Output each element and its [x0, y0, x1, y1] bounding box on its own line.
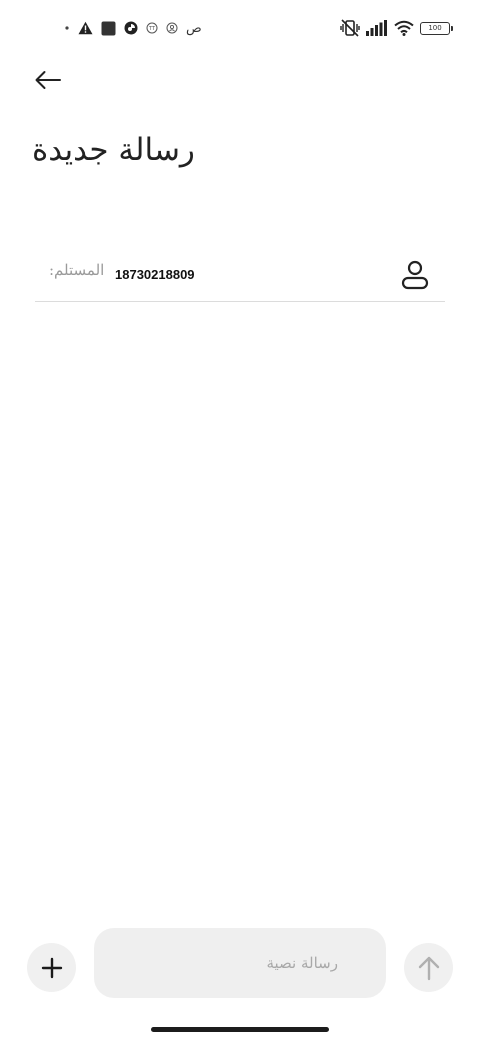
contact-picker-button[interactable] [399, 258, 431, 292]
message-input[interactable] [94, 928, 386, 998]
recipient-row: المستلم: [35, 248, 445, 302]
status-bar-left: ص TT [58, 17, 202, 39]
notification-badge-icon: TT [146, 22, 158, 34]
plus-icon [41, 957, 62, 978]
wifi-icon [394, 20, 414, 36]
status-bar-right: 100 [340, 16, 453, 40]
dot-icon [64, 25, 70, 31]
arrow-up-icon [418, 956, 439, 980]
battery-level: 100 [428, 23, 442, 32]
recipient-input[interactable] [115, 260, 355, 288]
app-status-icon [124, 21, 138, 35]
vibrate-off-icon [340, 19, 360, 37]
attach-button[interactable] [27, 943, 76, 992]
message-box [94, 928, 386, 998]
notification-badge-icon [166, 22, 178, 34]
back-button[interactable] [28, 62, 68, 98]
home-indicator[interactable] [151, 1027, 329, 1032]
page-title: رسالة جديدة [32, 132, 195, 168]
status-time: ص [186, 20, 202, 36]
svg-text:TT: TT [148, 26, 156, 32]
status-bar: ص TT 100 [0, 0, 480, 56]
warning-icon [78, 21, 93, 35]
battery-icon: 100 [420, 21, 453, 35]
arrow-left-icon [35, 71, 61, 89]
person-icon [401, 260, 429, 290]
signal-icon [366, 20, 388, 36]
recipient-label: المستلم: [49, 261, 105, 279]
square-app-icon [101, 21, 116, 36]
send-button[interactable] [404, 943, 453, 992]
